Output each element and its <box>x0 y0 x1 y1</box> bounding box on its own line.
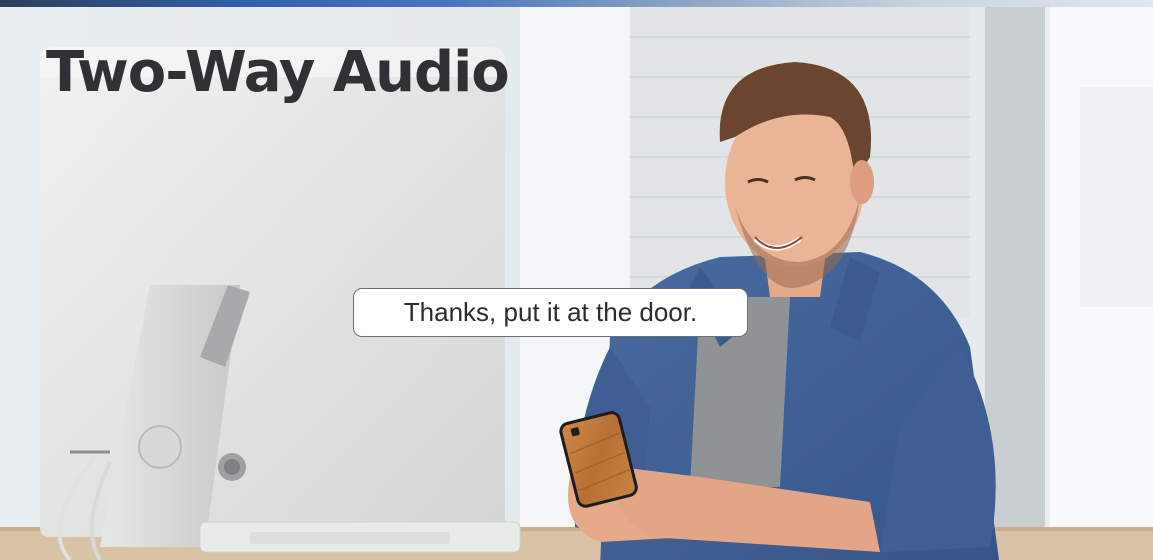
top-image-strip <box>0 0 1153 7</box>
speech-bubble: Thanks, put it at the door. <box>353 288 748 337</box>
promo-banner: Two-Way Audio Thanks, put it at the door… <box>0 0 1153 560</box>
headline-title: Two-Way Audio <box>46 40 510 105</box>
